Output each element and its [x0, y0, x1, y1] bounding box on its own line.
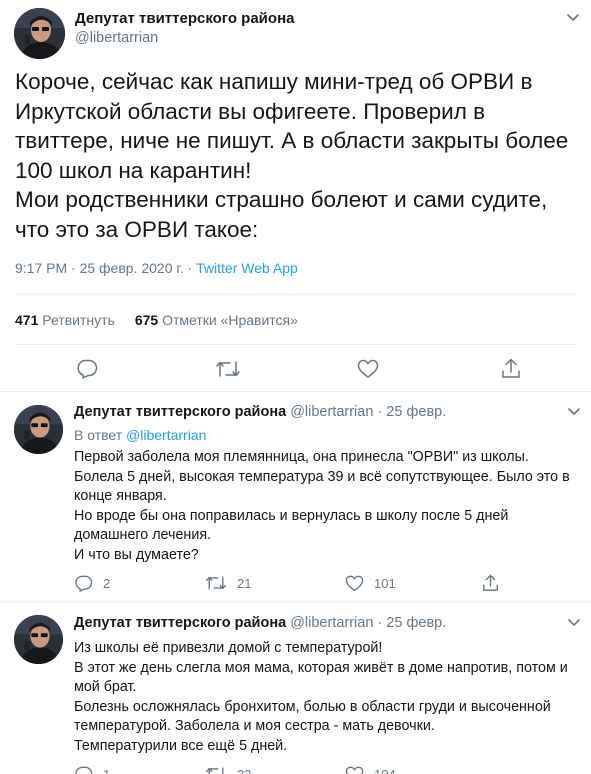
author-handle[interactable]: @libertarrian	[75, 30, 158, 46]
tweet-text-line: Но вроде бы она поправилась и вернулась …	[74, 507, 509, 544]
tweet-text: Из школы её привезли домой с температуро…	[74, 639, 579, 757]
retweet-icon	[206, 767, 224, 774]
author-name[interactable]: Депутат твиттерского района	[74, 615, 286, 631]
retweet-action[interactable]: 22	[205, 766, 251, 774]
tweet-text-line: Короче, сейчас как напишу мини-тред об О…	[15, 69, 569, 183]
author-avatar[interactable]	[14, 8, 65, 59]
reply-header: Депутат твиттерского района @libertarria…	[74, 615, 446, 631]
replies-count: 1	[103, 767, 110, 774]
tweet-text-line: И что вы думаете?	[74, 546, 199, 563]
tweet-text: Первой заболела моя племянница, она прин…	[74, 448, 579, 566]
retweet-icon[interactable]	[215, 360, 241, 378]
retweets-stat[interactable]: 471 Ретвитнуть	[15, 312, 115, 328]
tweet-stats: 471 Ретвитнуть 675 Отметки «Нравится»	[15, 312, 298, 328]
reply-header: Депутат твиттерского района @libertarria…	[74, 404, 446, 420]
reply-to-prefix: В ответ	[74, 427, 127, 443]
tweet-source[interactable]: Twitter Web App	[196, 260, 298, 276]
retweets-label: Ретвитнуть	[42, 312, 115, 328]
reply-to: В ответ @libertarrian	[74, 427, 206, 443]
share-icon	[483, 574, 498, 591]
divider	[15, 294, 576, 295]
author-handle[interactable]: @libertarrian · 25 февр.	[290, 404, 446, 420]
heart-icon	[345, 575, 364, 591]
divider	[15, 344, 576, 345]
tweet-text-line: Мои родственники страшно болеют и сами с…	[15, 187, 548, 242]
likes-stat[interactable]: 675 Отметки «Нравится»	[135, 312, 298, 328]
heart-icon	[345, 766, 364, 774]
like-action[interactable]: 101	[345, 575, 396, 592]
share-action[interactable]	[482, 574, 499, 592]
likes-count: 104	[374, 767, 396, 774]
retweet-action[interactable]: 21	[205, 575, 251, 591]
author-name[interactable]: Депутат твиттерского района	[74, 404, 286, 420]
likes-count: 101	[374, 576, 396, 591]
reply-to-mention[interactable]: @libertarrian	[126, 427, 206, 443]
timestamp[interactable]: 9:17 PM · 25 февр. 2020 г. ·	[15, 260, 196, 276]
comment-icon	[75, 766, 93, 774]
retweets-count: 21	[237, 575, 252, 591]
likes-label: Отметки «Нравится»	[162, 312, 298, 328]
chevron-down-icon[interactable]	[567, 407, 581, 417]
retweets-count: 471	[15, 312, 39, 328]
comment-icon[interactable]	[76, 359, 98, 379]
replies-count: 2	[103, 576, 111, 591]
tweet-text-line: Первой заболела моя племянница, она прин…	[74, 449, 570, 505]
author-name[interactable]: Депутат твиттерского района	[75, 10, 294, 27]
tweet-text-line: В этот же день слегла моя мама, которая …	[74, 659, 568, 696]
likes-count: 675	[134, 312, 159, 328]
reply-action[interactable]: 1	[74, 766, 110, 774]
tweet-text: Короче, сейчас как напишу мини-тред об О…	[15, 67, 585, 244]
tweet-meta: 9:17 PM · 25 февр. 2020 г. · Twitter Web…	[15, 260, 298, 276]
author-avatar[interactable]	[14, 405, 63, 454]
main-tweet: Депутат твиттерского района @libertarria…	[0, 0, 591, 392]
heart-icon[interactable]	[357, 359, 379, 379]
retweet-icon	[206, 576, 226, 590]
tweet-text-line: Болезнь осложнялась бронхитом, болью в о…	[74, 698, 551, 735]
reply-tweet[interactable]: Депутат твиттерского района @libertarria…	[0, 392, 591, 602]
reply-tweet[interactable]: Депутат твиттерского района @libertarria…	[0, 602, 591, 774]
retweets-count: 22	[237, 766, 252, 774]
comment-icon	[75, 575, 93, 592]
chevron-down-icon[interactable]	[566, 13, 580, 23]
like-action[interactable]: 104	[345, 766, 396, 774]
share-icon[interactable]	[501, 358, 521, 379]
reply-action[interactable]: 2	[74, 575, 110, 592]
author-avatar[interactable]	[14, 615, 63, 664]
tweet-text-line: Температурили все ещё 5 дней.	[74, 737, 288, 754]
tweet-text-line: Из школы её привезли домой с температуро…	[74, 640, 383, 656]
chevron-down-icon[interactable]	[567, 618, 581, 628]
author-handle[interactable]: @libertarrian · 25 февр.	[290, 615, 446, 631]
